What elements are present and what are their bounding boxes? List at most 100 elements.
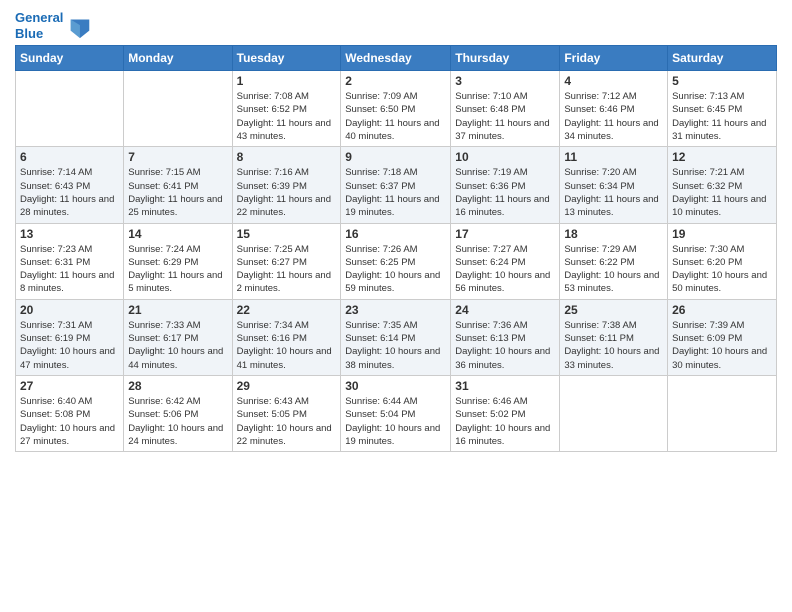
calendar-cell: 20Sunrise: 7:31 AM Sunset: 6:19 PM Dayli… (16, 299, 124, 375)
calendar-cell: 31 Sunrise: 6:46 AM Sunset: 5:02 PM Dayli… (451, 375, 560, 451)
day-info: Sunrise: 7:33 AM Sunset: 6:17 PM Dayligh… (128, 319, 227, 372)
day-number: 28 (128, 379, 227, 393)
weekday-thursday: Thursday (451, 46, 560, 71)
day-number: 15 (237, 227, 337, 241)
day-info: Sunrise: 7:13 AM Sunset: 6:45 PM Dayligh… (672, 90, 772, 143)
calendar-week-3: 13Sunrise: 7:23 AM Sunset: 6:31 PM Dayli… (16, 223, 777, 299)
calendar-cell: 2 Sunrise: 7:09 AM Sunset: 6:50 PM Daylig… (341, 71, 451, 147)
day-info: Sunrise: 7:30 AM Sunset: 6:20 PM Dayligh… (672, 243, 772, 296)
day-info: Sunrise: 7:14 AM Sunset: 6:43 PM Dayligh… (20, 166, 119, 219)
calendar-week-1: 1 Sunrise: 7:08 AM Sunset: 6:52 PM Daylig… (16, 71, 777, 147)
calendar-cell: 18Sunrise: 7:29 AM Sunset: 6:22 PM Dayli… (560, 223, 668, 299)
day-info: Sunrise: 7:12 AM Sunset: 6:46 PM Dayligh… (564, 90, 663, 143)
day-info: Sunrise: 7:21 AM Sunset: 6:32 PM Dayligh… (672, 166, 772, 219)
day-number: 31 (455, 379, 555, 393)
day-number: 18 (564, 227, 663, 241)
calendar-week-5: 27Sunrise: 6:40 AM Sunset: 5:08 PM Dayli… (16, 375, 777, 451)
day-info: Sunrise: 6:42 AM Sunset: 5:06 PM Dayligh… (128, 395, 227, 448)
day-info: Sunrise: 7:09 AM Sunset: 6:50 PM Dayligh… (345, 90, 446, 143)
day-info: Sunrise: 7:36 AM Sunset: 6:13 PM Dayligh… (455, 319, 555, 372)
day-number: 5 (672, 74, 772, 88)
day-info: Sunrise: 7:39 AM Sunset: 6:09 PM Dayligh… (672, 319, 772, 372)
day-number: 10 (455, 150, 555, 164)
day-info: Sunrise: 6:44 AM Sunset: 5:04 PM Dayligh… (345, 395, 446, 448)
calendar-cell: 27Sunrise: 6:40 AM Sunset: 5:08 PM Dayli… (16, 375, 124, 451)
day-number: 1 (237, 74, 337, 88)
day-number: 14 (128, 227, 227, 241)
calendar-cell: 26 Sunrise: 7:39 AM Sunset: 6:09 PM Dayli… (668, 299, 777, 375)
calendar-cell (560, 375, 668, 451)
day-info: Sunrise: 7:16 AM Sunset: 6:39 PM Dayligh… (237, 166, 337, 219)
calendar-cell: 7Sunrise: 7:15 AM Sunset: 6:41 PM Daylig… (124, 147, 232, 223)
day-number: 6 (20, 150, 119, 164)
calendar-cell: 1 Sunrise: 7:08 AM Sunset: 6:52 PM Daylig… (232, 71, 341, 147)
calendar-cell: 29 Sunrise: 6:43 AM Sunset: 5:05 PM Dayli… (232, 375, 341, 451)
logo: General Blue (15, 10, 93, 41)
day-info: Sunrise: 7:34 AM Sunset: 6:16 PM Dayligh… (237, 319, 337, 372)
weekday-friday: Friday (560, 46, 668, 71)
calendar-week-4: 20Sunrise: 7:31 AM Sunset: 6:19 PM Dayli… (16, 299, 777, 375)
calendar-cell: 12 Sunrise: 7:21 AM Sunset: 6:32 PM Dayli… (668, 147, 777, 223)
day-number: 4 (564, 74, 663, 88)
day-number: 3 (455, 74, 555, 88)
day-number: 13 (20, 227, 119, 241)
day-number: 12 (672, 150, 772, 164)
day-info: Sunrise: 7:20 AM Sunset: 6:34 PM Dayligh… (564, 166, 663, 219)
calendar-cell: 30 Sunrise: 6:44 AM Sunset: 5:04 PM Dayli… (341, 375, 451, 451)
day-info: Sunrise: 7:27 AM Sunset: 6:24 PM Dayligh… (455, 243, 555, 296)
calendar-cell: 23 Sunrise: 7:35 AM Sunset: 6:14 PM Dayli… (341, 299, 451, 375)
logo-blue: Blue (15, 26, 43, 41)
calendar-table: SundayMondayTuesdayWednesdayThursdayFrid… (15, 45, 777, 452)
logo-general: General (15, 10, 63, 25)
day-number: 26 (672, 303, 772, 317)
calendar-cell (124, 71, 232, 147)
weekday-sunday: Sunday (16, 46, 124, 71)
calendar-week-2: 6 Sunrise: 7:14 AM Sunset: 6:43 PM Daylig… (16, 147, 777, 223)
calendar-cell: 22Sunrise: 7:34 AM Sunset: 6:16 PM Dayli… (232, 299, 341, 375)
day-info: Sunrise: 7:35 AM Sunset: 6:14 PM Dayligh… (345, 319, 446, 372)
day-info: Sunrise: 7:18 AM Sunset: 6:37 PM Dayligh… (345, 166, 446, 219)
calendar-cell: 17Sunrise: 7:27 AM Sunset: 6:24 PM Dayli… (451, 223, 560, 299)
day-number: 25 (564, 303, 663, 317)
calendar-cell: 4 Sunrise: 7:12 AM Sunset: 6:46 PM Daylig… (560, 71, 668, 147)
day-info: Sunrise: 7:26 AM Sunset: 6:25 PM Dayligh… (345, 243, 446, 296)
calendar-cell: 10Sunrise: 7:19 AM Sunset: 6:36 PM Dayli… (451, 147, 560, 223)
page: General Blue SundayMondayTuesdayWednesda… (0, 0, 792, 612)
calendar-cell: 6 Sunrise: 7:14 AM Sunset: 6:43 PM Daylig… (16, 147, 124, 223)
calendar-cell: 15 Sunrise: 7:25 AM Sunset: 6:27 PM Dayli… (232, 223, 341, 299)
day-number: 19 (672, 227, 772, 241)
calendar-cell: 14 Sunrise: 7:24 AM Sunset: 6:29 PM Dayli… (124, 223, 232, 299)
calendar-cell: 5 Sunrise: 7:13 AM Sunset: 6:45 PM Daylig… (668, 71, 777, 147)
calendar-cell: 9 Sunrise: 7:18 AM Sunset: 6:37 PM Daylig… (341, 147, 451, 223)
day-number: 9 (345, 150, 446, 164)
day-number: 29 (237, 379, 337, 393)
calendar-cell: 8Sunrise: 7:16 AM Sunset: 6:39 PM Daylig… (232, 147, 341, 223)
day-number: 7 (128, 150, 227, 164)
weekday-wednesday: Wednesday (341, 46, 451, 71)
day-info: Sunrise: 6:43 AM Sunset: 5:05 PM Dayligh… (237, 395, 337, 448)
day-number: 23 (345, 303, 446, 317)
header: General Blue (15, 10, 777, 41)
day-number: 11 (564, 150, 663, 164)
calendar-cell: 21Sunrise: 7:33 AM Sunset: 6:17 PM Dayli… (124, 299, 232, 375)
calendar-cell: 19 Sunrise: 7:30 AM Sunset: 6:20 PM Dayli… (668, 223, 777, 299)
day-info: Sunrise: 6:46 AM Sunset: 5:02 PM Dayligh… (455, 395, 555, 448)
calendar-cell: 16Sunrise: 7:26 AM Sunset: 6:25 PM Dayli… (341, 223, 451, 299)
calendar-cell (668, 375, 777, 451)
calendar-cell: 24Sunrise: 7:36 AM Sunset: 6:13 PM Dayli… (451, 299, 560, 375)
day-number: 30 (345, 379, 446, 393)
day-info: Sunrise: 7:08 AM Sunset: 6:52 PM Dayligh… (237, 90, 337, 143)
day-info: Sunrise: 7:38 AM Sunset: 6:11 PM Dayligh… (564, 319, 663, 372)
calendar-cell: 13Sunrise: 7:23 AM Sunset: 6:31 PM Dayli… (16, 223, 124, 299)
weekday-saturday: Saturday (668, 46, 777, 71)
calendar-cell (16, 71, 124, 147)
day-number: 2 (345, 74, 446, 88)
logo-icon (65, 12, 93, 40)
calendar-cell: 3Sunrise: 7:10 AM Sunset: 6:48 PM Daylig… (451, 71, 560, 147)
weekday-header-row: SundayMondayTuesdayWednesdayThursdayFrid… (16, 46, 777, 71)
day-info: Sunrise: 7:31 AM Sunset: 6:19 PM Dayligh… (20, 319, 119, 372)
day-info: Sunrise: 7:25 AM Sunset: 6:27 PM Dayligh… (237, 243, 337, 296)
day-info: Sunrise: 7:24 AM Sunset: 6:29 PM Dayligh… (128, 243, 227, 296)
calendar-cell: 25 Sunrise: 7:38 AM Sunset: 6:11 PM Dayli… (560, 299, 668, 375)
weekday-tuesday: Tuesday (232, 46, 341, 71)
